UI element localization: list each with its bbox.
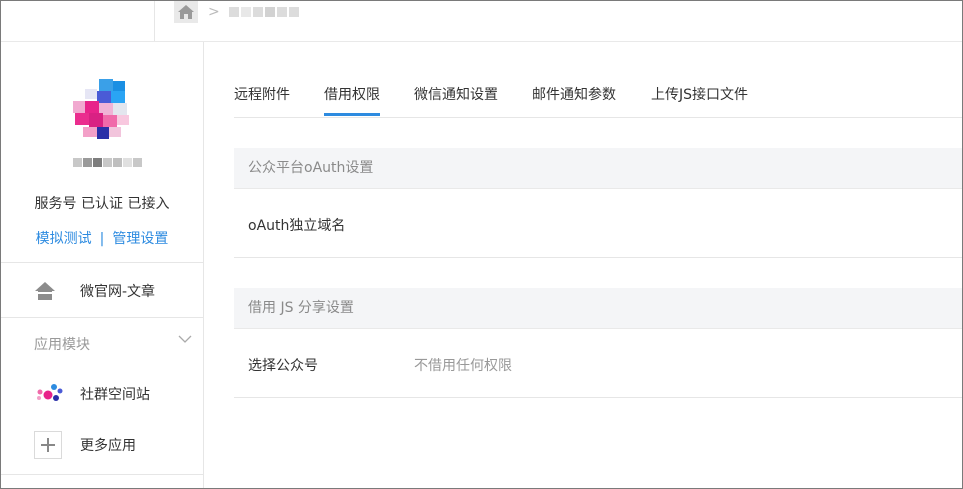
section-oauth-title: 公众平台oAuth设置 <box>234 148 962 189</box>
account-status: 服务号 已认证 已接入 <box>34 196 170 212</box>
tab-upload-js[interactable]: 上传JS接口文件 <box>651 84 748 104</box>
select-account-value[interactable]: 不借用任何权限 <box>414 355 512 375</box>
sidebar-divider <box>1 474 203 475</box>
sidebar: 服务号 已认证 已接入 模拟测试 | 管理设置 微官网-文章 应用模块 社群空间… <box>1 42 204 488</box>
sidebar-item-more-apps[interactable]: 更多应用 <box>1 422 203 468</box>
app-window: > 服务号 已认证 已接入 模拟测试 | 管理设置 微官网-文章 应用模块 社群… <box>0 0 963 489</box>
sidebar-item-label: 社群空间站 <box>80 387 150 403</box>
oauth-domain-label: oAuth独立域名 <box>248 218 346 234</box>
select-account-row: 选择公众号 不借用任何权限 <box>234 329 962 398</box>
tab-email-notify[interactable]: 邮件通知参数 <box>532 84 616 104</box>
oauth-domain-row: oAuth独立域名 <box>234 189 962 258</box>
breadcrumb-separator: > <box>208 4 220 20</box>
tab-borrow-permission[interactable]: 借用权限 <box>324 84 380 104</box>
account-avatar[interactable] <box>71 77 141 147</box>
plus-icon <box>34 431 62 459</box>
module-group-title: 应用模块 <box>34 337 90 353</box>
community-app-icon <box>37 384 63 401</box>
tab-bar: 远程附件 借用权限 微信通知设置 邮件通知参数 上传JS接口文件 <box>234 42 962 118</box>
account-links: 模拟测试 | 管理设置 <box>1 228 203 248</box>
sidebar-divider <box>1 317 203 318</box>
sidebar-item-community[interactable]: 社群空间站 <box>1 371 203 417</box>
chevron-down-icon[interactable] <box>178 334 192 344</box>
account-name-blurred <box>73 158 142 167</box>
select-account-label: 选择公众号 <box>248 358 318 374</box>
manage-settings-link[interactable]: 管理设置 <box>112 231 168 247</box>
home-icon <box>35 282 55 300</box>
top-bar-divider <box>154 1 155 41</box>
sidebar-item-site[interactable]: 微官网-文章 <box>1 268 203 314</box>
breadcrumb-current-blurred[interactable] <box>229 7 299 17</box>
links-divider: | <box>99 231 105 247</box>
home-icon <box>178 5 194 19</box>
section-js-share-title: 借用 JS 分享设置 <box>234 288 962 329</box>
home-button[interactable] <box>174 1 198 23</box>
top-bar: > <box>1 1 962 42</box>
simulate-test-link[interactable]: 模拟测试 <box>36 231 92 247</box>
sidebar-item-label: 更多应用 <box>80 438 136 454</box>
sidebar-item-label: 微官网-文章 <box>80 284 156 300</box>
tab-remote-attachment[interactable]: 远程附件 <box>234 84 290 104</box>
main-content: 远程附件 借用权限 微信通知设置 邮件通知参数 上传JS接口文件 公众平台oAu… <box>204 42 962 488</box>
sidebar-divider <box>1 262 203 263</box>
active-tab-indicator <box>324 113 380 116</box>
tab-wechat-notify[interactable]: 微信通知设置 <box>414 84 498 104</box>
